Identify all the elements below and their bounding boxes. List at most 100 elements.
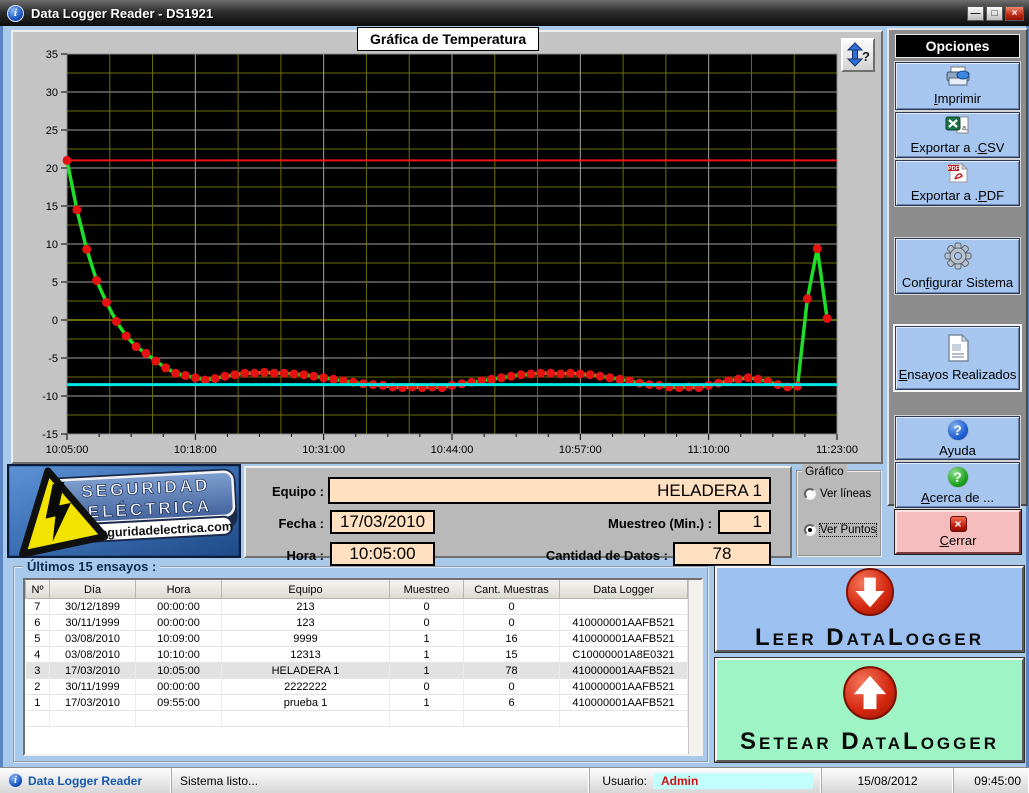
gear-icon [944,242,972,273]
table-row[interactable]: 503/08/201010:09:009999116410000001AAFB5… [26,631,688,647]
ver-lineas-radio[interactable] [804,488,816,500]
table-row[interactable]: 230/11/199900:00:00222222200410000001AAF… [26,679,688,695]
svg-text:11:23:00: 11:23:00 [816,444,858,456]
svg-text:10:18:00: 10:18:00 [174,444,217,456]
about-icon: ? [947,466,969,488]
table-cell: 5 [26,631,50,647]
pdf-icon: PDF [946,163,970,186]
column-header[interactable]: Muestreo [390,581,464,599]
configurar-sistema-button[interactable]: Configurar Sistema [895,238,1020,294]
leer-datalogger-button[interactable]: Leer DataLogger [715,566,1024,652]
table-cell: 7 [26,599,50,615]
table-cell: 410000001AAFB521 [560,695,688,711]
table-cell: 03/08/2010 [50,631,136,647]
close-window-button[interactable]: × [1005,6,1024,21]
svg-text:10: 10 [46,239,58,251]
table-cell: 410000001AAFB521 [560,631,688,647]
cantidad-datos-field[interactable]: 78 [673,542,771,566]
table-cell: 00:00:00 [136,615,222,631]
equipo-label: Equipo : [246,484,324,499]
table-cell: 00:00:00 [136,679,222,695]
statusbar-date-segment: 15/08/2012 [822,768,954,793]
exportar-pdf-button[interactable]: PDF Exportar a .PDF [895,160,1020,206]
cantidad-datos-value: 78 [713,544,732,564]
imprimir-label: Imprimir [934,91,981,106]
acerca-de-button[interactable]: ? Acerca de ... [895,462,1020,508]
status-message: Sistema listo... [180,774,258,788]
status-time: 09:45:00 [974,774,1021,788]
table-row[interactable]: 730/12/189900:00:0021300 [26,599,688,615]
table-scrollbar[interactable] [688,580,701,754]
svg-text:5: 5 [52,277,58,289]
exportar-csv-button[interactable]: a, Exportar a .CSV [895,112,1020,158]
fecha-field[interactable]: 17/03/2010 [330,510,435,534]
table-cell: 2222222 [222,679,390,695]
close-icon: × [950,516,967,532]
table-cell: 213 [222,599,390,615]
column-header[interactable]: Día [50,581,136,599]
svg-text:10:57:00: 10:57:00 [559,444,602,456]
ayuda-button[interactable]: ? Ayuda [895,416,1020,460]
column-header[interactable]: Hora [136,581,222,599]
svg-text:0: 0 [52,315,58,327]
table-row[interactable]: 117/03/201009:55:00prueba 116410000001AA… [26,695,688,711]
ver-puntos-radio[interactable] [804,524,816,536]
status-bar: i Data Logger Reader Sistema listo... Us… [0,767,1029,793]
column-header[interactable]: Nº [26,581,50,599]
seguridad-electrica-logo[interactable]: SEGURIDAD ELÉCTRICA www.seguridadelectri… [7,464,241,558]
svg-text:-5: -5 [48,353,58,365]
exportar-pdf-label: Exportar a .PDF [911,188,1004,203]
table-row[interactable]: 317/03/201010:05:00HELADERA 117841000000… [26,663,688,679]
hora-field[interactable]: 10:05:00 [330,542,435,566]
statusbar-time-segment: 09:45:00 [954,768,1029,793]
statusbar-app-name: Data Logger Reader [28,774,142,788]
ensayos-realizados-button[interactable]: Ensayos Realizados [895,326,1020,390]
ver-lineas-option[interactable]: Ver líneas [804,488,871,500]
grafico-groupbox: Gráfico Ver líneas Ver Puntos [796,470,882,557]
cerrar-button[interactable]: × Cerrar [895,510,1021,554]
table-cell: 1 [26,695,50,711]
usuario-value: Admin [653,773,813,789]
table-cell: 16 [464,631,560,647]
table-cell: 0 [464,679,560,695]
ver-lineas-label: Ver líneas [820,488,871,500]
fecha-label: Fecha : [246,516,324,531]
maximize-button[interactable]: □ [986,6,1003,21]
empty-row [26,711,688,727]
equipo-field[interactable]: HELADERA 1 [328,477,771,504]
document-icon [946,334,970,365]
table-cell: 410000001AAFB521 [560,663,688,679]
updown-arrow-icon: ? [845,42,871,68]
grafico-group-label: Gráfico [802,464,847,478]
column-header[interactable]: Equipo [222,581,390,599]
scale-help-button[interactable]: ? [841,38,875,72]
muestreo-field[interactable]: 1 [718,510,771,534]
ver-puntos-option[interactable]: Ver Puntos [804,524,876,536]
column-header[interactable]: Data Logger [560,581,688,599]
ensayos-table[interactable]: NºDíaHoraEquipoMuestreoCant. MuestrasDat… [25,580,688,727]
table-row[interactable]: 403/08/201010:10:0012313115C10000001A8E0… [26,647,688,663]
ensayo-info-panel: Equipo : HELADERA 1 Fecha : 17/03/2010 H… [244,466,792,558]
svg-text:10:31:00: 10:31:00 [302,444,345,456]
table-row[interactable]: 630/11/199900:00:0012300410000001AAFB521 [26,615,688,631]
setear-datalogger-button[interactable]: Setear DataLogger [715,658,1024,762]
status-date: 15/08/2012 [857,774,917,788]
ver-puntos-label: Ver Puntos [820,524,876,536]
minimize-button[interactable]: — [967,6,984,21]
imprimir-button[interactable]: Imprimir [895,62,1020,110]
ultimos-ensayos-groupbox: Últimos 15 ensayos : NºDíaHoraEquipoMues… [13,566,709,763]
cantidad-datos-label: Cantidad de Datos : [482,548,668,563]
table-cell: 6 [464,695,560,711]
setear-datalogger-label: Setear DataLogger [740,728,999,756]
table-cell: 410000001AAFB521 [560,615,688,631]
muestreo-label: Muestreo (Min.) : [526,516,712,531]
svg-text:-15: -15 [42,429,58,441]
opciones-header: Opciones [895,34,1020,58]
table-cell: 9999 [222,631,390,647]
chart-title: Gráfica de Temperatura [357,27,539,51]
column-header[interactable]: Cant. Muestras [464,581,560,599]
table-cell: 410000001AAFB521 [560,679,688,695]
table-cell: 1 [390,647,464,663]
usuario-label: Usuario: [602,774,647,788]
svg-text:PDF: PDF [948,166,960,172]
